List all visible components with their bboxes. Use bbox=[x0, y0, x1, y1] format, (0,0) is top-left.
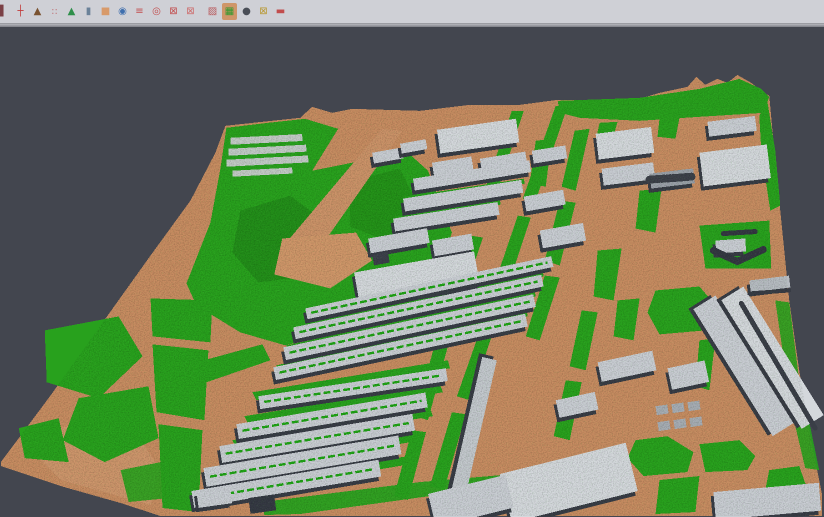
layer-list-icon[interactable]: ≡ bbox=[132, 3, 147, 20]
crop-marks-icon[interactable]: ⊠ bbox=[166, 3, 181, 20]
clip-edit-icon[interactable]: ▌ bbox=[0, 3, 11, 20]
viewport-3d-scene[interactable] bbox=[0, 27, 824, 517]
toolbar-group: ▨▦●⊠▬ bbox=[209, 3, 288, 20]
toolbar-group: ▌┼▲::▲▮■◉≡◎⊠⊠ bbox=[0, 3, 198, 20]
checker-texture-icon[interactable]: ▨ bbox=[205, 3, 220, 20]
point-pair-icon[interactable]: :: bbox=[47, 3, 62, 20]
classification-map-icon[interactable]: ▦ bbox=[222, 3, 237, 20]
red-bar-icon[interactable]: ▬ bbox=[273, 3, 288, 20]
pointcloud-noise bbox=[1, 27, 823, 517]
terrain-hill-icon[interactable]: ▲ bbox=[30, 3, 45, 20]
main-toolbar: ▌┼▲::▲▮■◉≡◎⊠⊠▨▦●⊠▬ bbox=[0, 0, 824, 24]
crop-marks-icon-2[interactable]: ⊠ bbox=[183, 3, 198, 20]
dark-sphere-icon[interactable]: ● bbox=[239, 3, 254, 20]
render-view bbox=[0, 27, 824, 517]
globe-icon[interactable]: ◉ bbox=[115, 3, 130, 20]
target-ring-icon[interactable]: ◎ bbox=[149, 3, 164, 20]
column-icon[interactable]: ▮ bbox=[81, 3, 96, 20]
pick-point-icon[interactable]: ┼ bbox=[13, 3, 28, 20]
measure-x-icon[interactable]: ⊠ bbox=[256, 3, 271, 20]
application-window: ▌┼▲::▲▮■◉≡◎⊠⊠▨▦●⊠▬ bbox=[0, 0, 824, 517]
ortho-image-icon[interactable]: ■ bbox=[98, 3, 113, 20]
mesh-hill-icon[interactable]: ▲ bbox=[64, 3, 79, 20]
